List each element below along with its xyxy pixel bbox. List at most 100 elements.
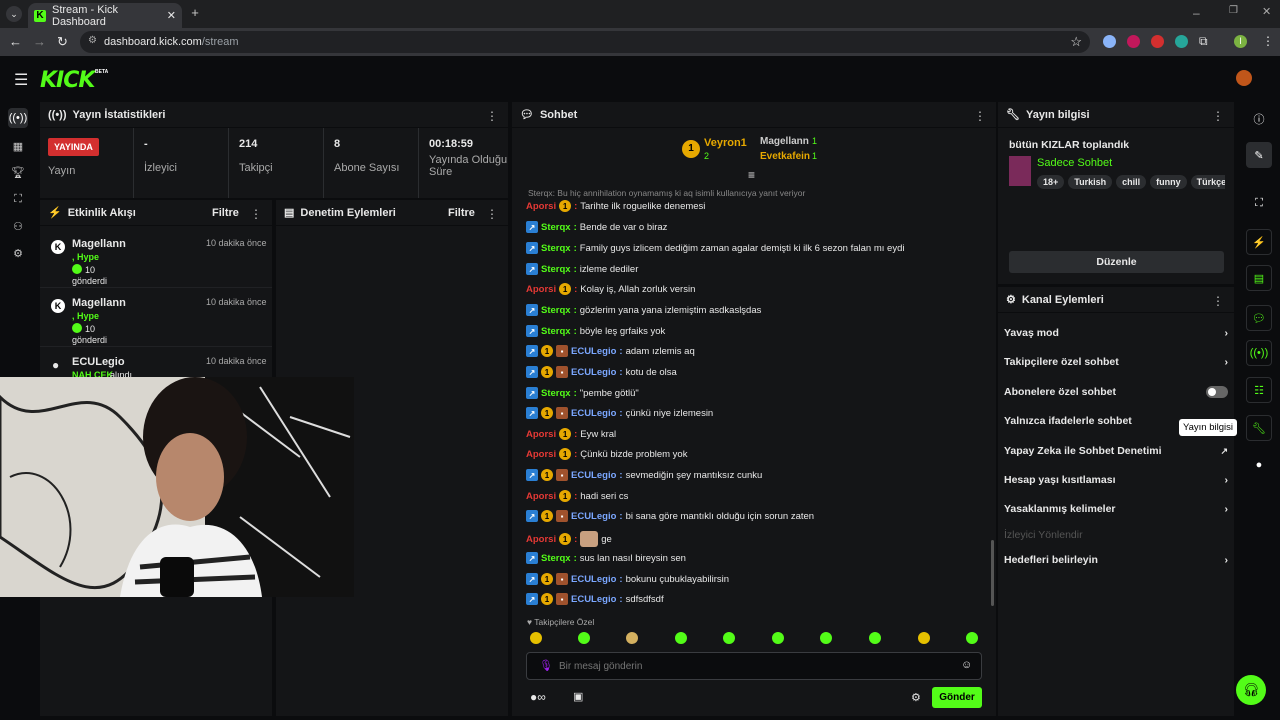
emote[interactable] [966, 632, 978, 644]
chat-username[interactable]: Sterqx [541, 264, 571, 275]
followers-only-row[interactable]: Takipçilere özel sohbet › [1004, 356, 1228, 368]
chat-more-icon[interactable]: ⋮ [974, 109, 986, 123]
send-button[interactable]: Gönder [932, 687, 982, 708]
chat-username[interactable]: ECULegio [571, 408, 616, 419]
back-icon[interactable]: ← [9, 34, 22, 49]
chat-username[interactable]: ECULegio [571, 367, 616, 378]
activity-user[interactable]: Magellann [72, 297, 126, 309]
tab-list-button[interactable]: ⌄ [6, 6, 22, 22]
support-headset-icon[interactable]: 🎧︎ [1236, 675, 1266, 705]
chat-username[interactable]: Aporsi [526, 491, 556, 502]
chat-username[interactable]: Sterqx [541, 222, 571, 233]
kicks-infinity-icon[interactable]: ●∞ [530, 690, 546, 704]
set-goals-row[interactable]: Hedefleri belirleyin › [1004, 554, 1228, 566]
url-input[interactable]: ⚙ dashboard.kick.com/stream ☆ [80, 31, 1090, 53]
user-avatar[interactable] [1236, 70, 1252, 86]
emote[interactable] [675, 632, 687, 644]
close-window-icon[interactable]: ✕ [1262, 5, 1271, 18]
slow-mode-row[interactable]: Yavaş mod › [1004, 327, 1228, 339]
emote[interactable] [772, 632, 784, 644]
moderation-filter-button[interactable]: Filtre [448, 207, 475, 219]
stream-live-icon[interactable]: ((•)) [1246, 340, 1272, 366]
chat-username[interactable]: ECULegio [571, 470, 616, 481]
ai-moderation-row[interactable]: Yapay Zeka ile Sohbet Denetimi ↗ [1004, 445, 1228, 457]
profile-avatar[interactable]: I [1234, 35, 1247, 48]
extension-icon-1[interactable] [1103, 35, 1116, 48]
top-gifter-3[interactable]: Evetkafein [760, 151, 810, 162]
chat-username[interactable]: Sterqx [541, 243, 571, 254]
emoji-icon[interactable]: ☺ [961, 659, 972, 671]
chat-settings-icon[interactable]: ⚙ [911, 691, 921, 704]
moderation-doc-icon[interactable]: ▤ [1246, 265, 1272, 291]
subs-only-toggle[interactable] [1206, 386, 1228, 398]
restore-icon[interactable]: ❐ [1229, 5, 1238, 16]
stream-info-more-icon[interactable]: ⋮ [1212, 109, 1224, 123]
activity-bolt-icon[interactable]: ⚡ [1246, 229, 1272, 255]
apps-icon[interactable]: ● [1246, 452, 1272, 478]
banned-words-row[interactable]: Yasaklanmış kelimeler › [1004, 503, 1228, 515]
stream-info-wrench-icon[interactable]: 🔧︎ [1246, 415, 1272, 441]
emote[interactable] [918, 632, 930, 644]
edit-stream-button[interactable]: Düzenle [1009, 251, 1224, 273]
hamburger-menu-icon[interactable]: ☰ [14, 70, 28, 90]
chat-username[interactable]: ECULegio [571, 594, 616, 605]
browser-menu-icon[interactable]: ⋮ [1262, 34, 1274, 48]
chat-username[interactable]: Sterqx [541, 305, 571, 316]
stats-panel-icon[interactable]: ☷ [1246, 377, 1272, 403]
emote[interactable] [578, 632, 590, 644]
chat-username[interactable]: ECULegio [571, 574, 616, 585]
store-icon[interactable]: ▣ [573, 690, 583, 703]
edit-pencil-icon[interactable]: ✎ [1246, 142, 1272, 168]
activity-user[interactable]: Magellann [72, 238, 126, 250]
subs-only-row[interactable]: Abonelere özel sohbet [1004, 386, 1228, 398]
extension-icon-3[interactable] [1151, 35, 1164, 48]
stats-more-icon[interactable]: ⋮ [486, 109, 498, 123]
emote[interactable] [820, 632, 832, 644]
forward-icon[interactable]: → [33, 34, 46, 49]
activity-filter-button[interactable]: Filtre [212, 207, 239, 219]
chat-username[interactable]: Sterqx [541, 388, 571, 399]
chat-message-input[interactable] [559, 658, 949, 674]
chat-username[interactable]: Sterqx [541, 326, 571, 337]
chat-username[interactable]: Aporsi [526, 201, 556, 212]
emotes-only-row[interactable]: Yalnızca ifadelerle sohbet [1004, 415, 1174, 427]
activity-more-icon[interactable]: ⋮ [250, 207, 262, 221]
screen-icon[interactable]: ⛶ [1246, 190, 1272, 216]
chat-username[interactable]: Sterqx [541, 553, 571, 564]
channel-actions-more-icon[interactable]: ⋮ [1212, 294, 1224, 308]
extension-icon-4[interactable] [1175, 35, 1188, 48]
extensions-puzzle-icon[interactable]: ⧉ [1199, 34, 1208, 49]
moderation-more-icon[interactable]: ⋮ [486, 207, 498, 221]
site-info-icon[interactable]: ⚙ [88, 35, 97, 46]
activity-user[interactable]: ECULegio [72, 356, 125, 368]
nav-trophy-icon[interactable]: 🏆︎ [8, 162, 28, 182]
microphone-icon[interactable]: 🎙︎ [539, 659, 553, 672]
chat-username[interactable]: ECULegio [571, 511, 616, 522]
chat-username[interactable]: Aporsi [526, 284, 556, 295]
minimize-icon[interactable]: – [1193, 6, 1200, 20]
close-tab-icon[interactable]: ✕ [167, 9, 176, 22]
top-gifter-2[interactable]: Magellann [760, 136, 809, 147]
info-icon[interactable]: ⓘ [1246, 106, 1272, 132]
nav-moderation-icon[interactable]: ⛶ [8, 189, 28, 209]
new-tab-button[interactable]: + [188, 6, 202, 20]
reload-icon[interactable]: ↻ [57, 34, 68, 50]
bookmark-star-icon[interactable]: ☆ [1070, 34, 1082, 50]
top-gifter-1[interactable]: Veyron1 [704, 137, 747, 149]
chat-username[interactable]: ECULegio [571, 346, 616, 357]
nav-stream-icon[interactable]: ((•)) [8, 108, 28, 128]
chat-username[interactable]: Aporsi [526, 429, 556, 440]
browser-tab[interactable]: K Stream - Kick Dashboard ✕ [28, 3, 182, 28]
emote[interactable] [869, 632, 881, 644]
account-age-row[interactable]: Hesap yaşı kısıtlaması › [1004, 474, 1228, 486]
chat-username[interactable]: Aporsi [526, 449, 556, 460]
pinned-toggle-icon[interactable]: ≡ [748, 168, 755, 182]
category-name[interactable]: Sadece Sohbet [1037, 157, 1112, 169]
webcam-overlay[interactable] [0, 377, 354, 597]
extension-icon-2[interactable] [1127, 35, 1140, 48]
kick-logo[interactable]: KICK [40, 68, 95, 93]
nav-community-icon[interactable]: ⚇ [8, 216, 28, 236]
emote[interactable] [530, 632, 542, 644]
emote[interactable] [626, 632, 638, 644]
chat-input-box[interactable]: 🎙︎ ☺ [526, 652, 982, 680]
